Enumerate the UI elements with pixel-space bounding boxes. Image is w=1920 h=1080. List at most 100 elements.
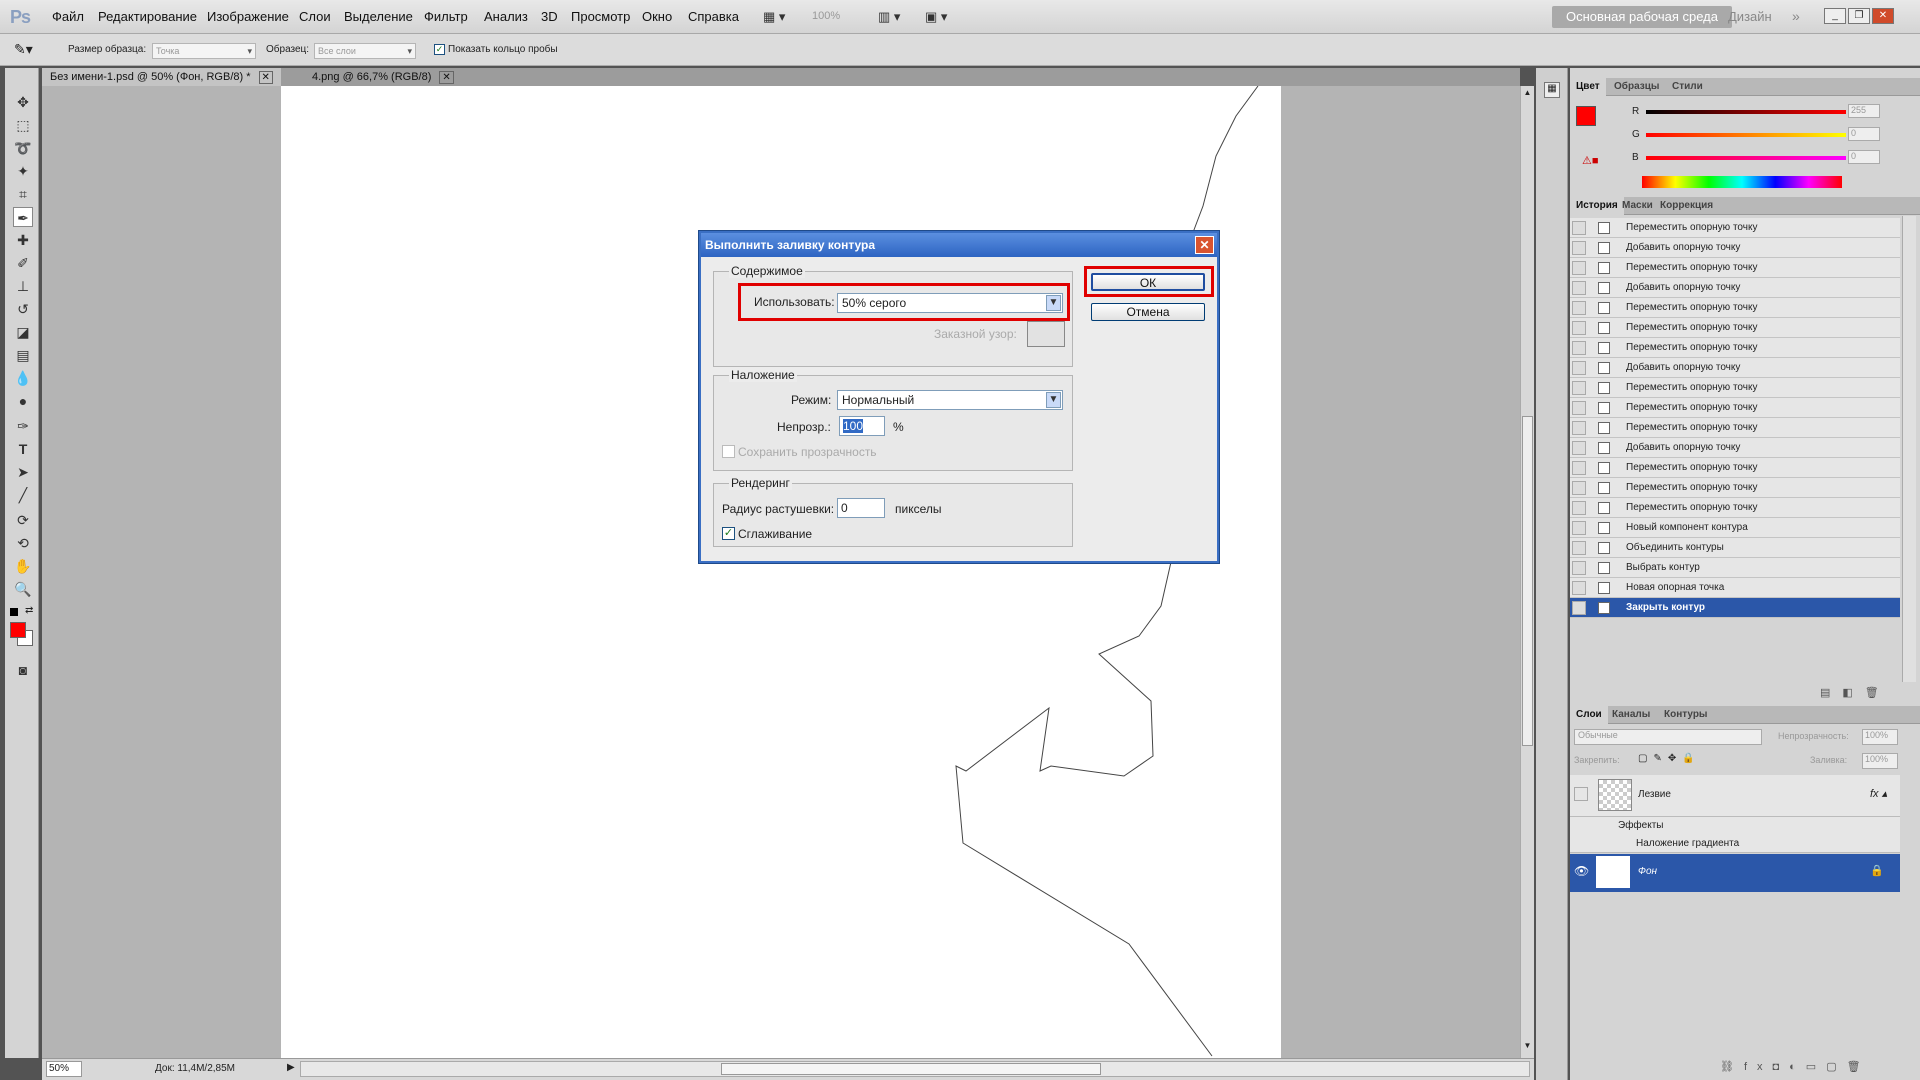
eye-icon[interactable]: 👁 xyxy=(1574,864,1589,878)
crop-tool-icon[interactable]: ⌗ xyxy=(13,184,33,204)
tab-paths[interactable]: Контуры xyxy=(1658,706,1713,724)
marquee-tool-icon[interactable]: ⬚ xyxy=(13,115,33,135)
pen-tool-icon[interactable]: ✑ xyxy=(13,416,33,436)
menu-analysis[interactable]: Анализ xyxy=(484,9,528,24)
menu-layers[interactable]: Слои xyxy=(299,9,331,24)
layer-visibility-toggle[interactable] xyxy=(1574,787,1588,801)
mode-select[interactable]: Нормальный ▼ xyxy=(837,390,1063,410)
sample-size-select[interactable]: Точка xyxy=(152,43,256,59)
menu-filter[interactable]: Фильтр xyxy=(424,9,468,24)
history-footer-icons[interactable]: ▤◧🗑 xyxy=(1820,686,1891,699)
swap-colors-icon[interactable]: ⇄ xyxy=(25,605,33,616)
effect-row[interactable]: Наложение градиента xyxy=(1570,835,1900,853)
history-source-checkbox[interactable] xyxy=(1572,381,1586,395)
horizontal-scroll-thumb[interactable] xyxy=(721,1063,1101,1075)
antialias-checkbox[interactable]: ✓ xyxy=(722,527,735,540)
history-source-checkbox[interactable] xyxy=(1572,241,1586,255)
history-item[interactable]: Переместить опорную точку xyxy=(1570,498,1900,518)
history-brush-tool-icon[interactable]: ↺ xyxy=(13,299,33,319)
dialog-close-icon[interactable]: ✕ xyxy=(1195,236,1214,254)
screen-mode-icon[interactable]: ▦ ▾ xyxy=(763,9,785,25)
r-slider[interactable] xyxy=(1646,110,1846,114)
show-ring-checkbox[interactable]: ✓ xyxy=(434,44,445,55)
history-source-checkbox[interactable] xyxy=(1572,541,1586,555)
history-item[interactable]: Добавить опорную точку xyxy=(1570,238,1900,258)
arrange-docs-icon[interactable]: ▥ ▾ xyxy=(878,9,900,25)
history-source-checkbox[interactable] xyxy=(1572,281,1586,295)
menu-image[interactable]: Изображение xyxy=(207,9,289,24)
history-item[interactable]: Новый компонент контура xyxy=(1570,518,1900,538)
g-value[interactable]: 0 xyxy=(1848,127,1880,141)
feather-input[interactable]: 0 xyxy=(837,498,885,518)
history-source-checkbox[interactable] xyxy=(1572,321,1586,335)
b-slider[interactable] xyxy=(1646,156,1846,160)
vertical-scrollbar[interactable]: ▲ ▼ xyxy=(1520,86,1534,1058)
history-item[interactable]: Переместить опорную точку xyxy=(1570,418,1900,438)
layer-row[interactable]: Лезвие fx ▴ xyxy=(1570,775,1900,817)
history-item[interactable]: Добавить опорную точку xyxy=(1570,438,1900,458)
blur-tool-icon[interactable]: 💧 xyxy=(13,368,33,388)
line-tool-icon[interactable]: ╱ xyxy=(13,485,33,505)
gradient-tool-icon[interactable]: ▤ xyxy=(13,345,33,365)
layer-opacity-field[interactable]: 100% xyxy=(1862,729,1898,745)
hand-tool-icon[interactable]: ✋ xyxy=(13,556,33,576)
more-workspaces-icon[interactable]: » xyxy=(1792,8,1800,24)
history-scrollbar[interactable] xyxy=(1902,216,1916,682)
menu-file[interactable]: Файл xyxy=(52,9,84,24)
eyedropper-preset-icon[interactable]: ✎▾ xyxy=(14,41,33,58)
chevron-down-icon[interactable]: ▼ xyxy=(1046,295,1061,311)
history-source-checkbox[interactable] xyxy=(1572,261,1586,275)
chevron-down-icon[interactable]: ▼ xyxy=(1046,392,1061,408)
menu-help[interactable]: Справка xyxy=(688,9,739,24)
history-source-checkbox[interactable] xyxy=(1572,501,1586,515)
history-item[interactable]: Переместить опорную точку xyxy=(1570,458,1900,478)
history-source-checkbox[interactable] xyxy=(1572,341,1586,355)
type-tool-icon[interactable]: T xyxy=(13,439,33,459)
path-selection-tool-icon[interactable]: ➤ xyxy=(13,462,33,482)
history-source-checkbox[interactable] xyxy=(1572,361,1586,375)
move-tool-icon[interactable]: ✥ xyxy=(13,92,33,112)
history-item[interactable]: Переместить опорную точку xyxy=(1570,298,1900,318)
history-source-checkbox[interactable] xyxy=(1572,401,1586,415)
effects-row[interactable]: Эффекты xyxy=(1570,817,1900,835)
tab-channels[interactable]: Каналы xyxy=(1606,706,1656,724)
status-menu-icon[interactable]: ▶ xyxy=(287,1062,295,1073)
magic-wand-tool-icon[interactable]: ✦ xyxy=(13,161,33,181)
close-icon[interactable]: ✕ xyxy=(1872,8,1894,24)
zoom-field[interactable]: 50% xyxy=(46,1061,82,1077)
history-source-checkbox[interactable] xyxy=(1572,421,1586,435)
restore-icon[interactable]: ❐ xyxy=(1848,8,1870,24)
color-panel-fg-swatch[interactable] xyxy=(1576,106,1596,126)
history-source-checkbox[interactable] xyxy=(1572,581,1586,595)
eyedropper-tool-icon[interactable]: ✒ xyxy=(13,207,33,227)
default-colors-icon[interactable] xyxy=(10,608,18,616)
design-workspace-link[interactable]: Дизайн xyxy=(1728,9,1772,24)
history-source-checkbox[interactable] xyxy=(1572,461,1586,475)
history-item[interactable]: Переместить опорную точку xyxy=(1570,478,1900,498)
history-item[interactable]: Выбрать контур xyxy=(1570,558,1900,578)
dodge-tool-icon[interactable]: ● xyxy=(13,391,33,411)
history-item[interactable]: Новая опорная точка xyxy=(1570,578,1900,598)
stamp-tool-icon[interactable]: ⊥ xyxy=(13,276,33,296)
healing-brush-tool-icon[interactable]: ✚ xyxy=(13,230,33,250)
tab-layers[interactable]: Слои xyxy=(1570,706,1608,724)
history-source-checkbox[interactable] xyxy=(1572,301,1586,315)
menu-window[interactable]: Окно xyxy=(642,9,672,24)
menu-3d[interactable]: 3D xyxy=(541,9,558,24)
scroll-down-icon[interactable]: ▼ xyxy=(1522,1041,1533,1053)
history-item[interactable]: Объединить контуры xyxy=(1570,538,1900,558)
gamut-warning-icon[interactable]: ⚠■ xyxy=(1582,154,1599,167)
opacity-input[interactable]: 100 xyxy=(839,416,885,436)
tab-document-1[interactable]: Без имени-1.psd @ 50% (Фон, RGB/8) * ✕ xyxy=(42,68,281,86)
fx-icon[interactable]: fx ▴ xyxy=(1870,787,1887,800)
history-item[interactable]: Добавить опорную точку xyxy=(1570,278,1900,298)
minimize-icon[interactable]: _ xyxy=(1824,8,1846,24)
layer-name[interactable]: Фон xyxy=(1638,866,1657,877)
history-item[interactable]: Переместить опорную точку xyxy=(1570,338,1900,358)
history-item[interactable]: Переместить опорную точку xyxy=(1570,258,1900,278)
tab-styles[interactable]: Стили xyxy=(1666,78,1709,96)
tab-adjustments[interactable]: Коррекция xyxy=(1654,197,1719,215)
history-item[interactable]: Переместить опорную точку xyxy=(1570,218,1900,238)
b-value[interactable]: 0 xyxy=(1848,150,1880,164)
eraser-tool-icon[interactable]: ◪ xyxy=(13,322,33,342)
